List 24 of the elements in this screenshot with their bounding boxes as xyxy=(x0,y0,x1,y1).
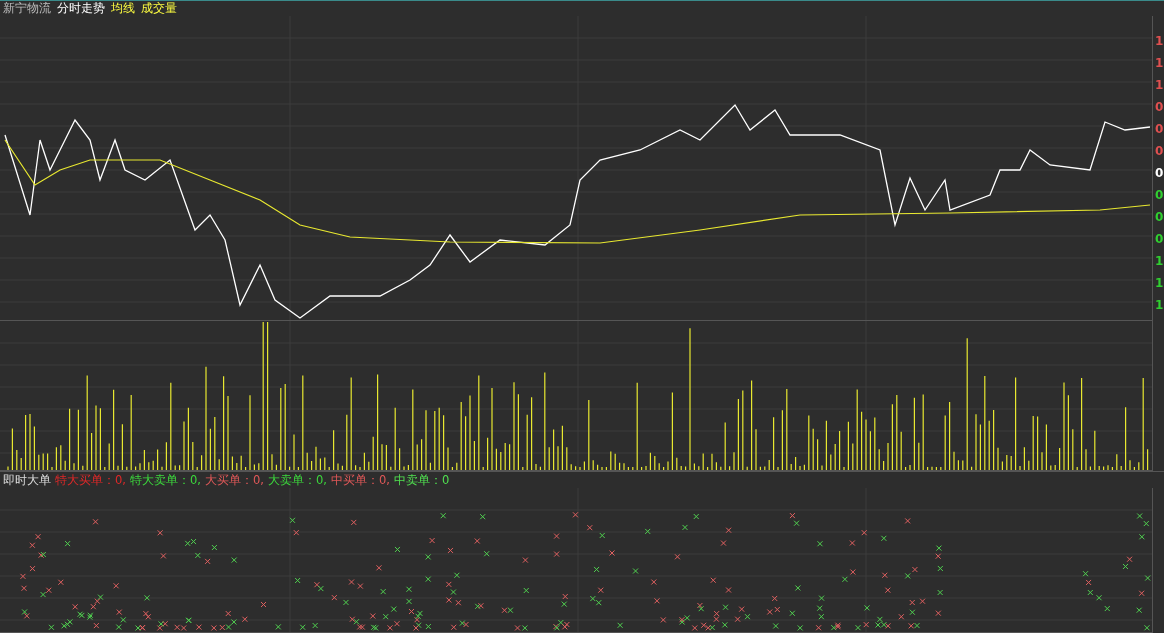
price-axis-label: 0 xyxy=(1154,121,1164,138)
order-count-label: 大卖单：0, xyxy=(267,472,327,488)
price-axis-label: 0 xyxy=(1154,143,1164,160)
price-axis-label: 1 xyxy=(1154,297,1164,314)
price-axis-label: 0 xyxy=(1154,99,1164,116)
price-axis-label: 0 xyxy=(1154,209,1164,226)
price-axis-label: 1 xyxy=(1154,55,1164,72)
price-axis-label: 0 xyxy=(1154,187,1164,204)
indicator-label: 均线 xyxy=(111,1,135,16)
order-count-label: 特大卖单：0, xyxy=(130,472,201,488)
price-axis-label: 1 xyxy=(1154,253,1164,270)
price-axis-label: 1 xyxy=(1154,77,1164,94)
stock-name: 新宁物流 xyxy=(3,1,51,16)
indicator-label: 成交量 xyxy=(141,1,177,16)
price-axis-label: 1 xyxy=(1154,275,1164,292)
order-count-label: 中买单：0, xyxy=(330,472,390,488)
price-axis-label: 1 xyxy=(1154,33,1164,50)
chart-mode-label: 分时走势 xyxy=(57,1,105,16)
order-count-label: 特大买单：0, xyxy=(55,472,126,488)
order-count-label: 中卖单：0 xyxy=(393,472,450,488)
panel-title: 即时大单 xyxy=(3,472,51,488)
price-axis-label: 0 xyxy=(1154,165,1164,182)
order-count-label: 大买单：0, xyxy=(204,472,264,488)
price-axis-label: 0 xyxy=(1154,231,1164,248)
